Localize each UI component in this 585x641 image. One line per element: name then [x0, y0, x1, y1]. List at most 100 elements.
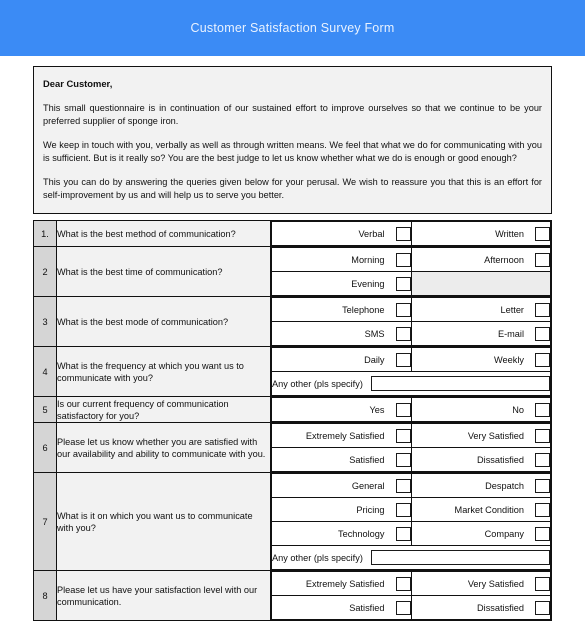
answer-option-row: SMS E-mail: [271, 321, 551, 346]
salutation-text: Dear Customer,: [43, 78, 113, 89]
checkbox-icon[interactable]: [535, 600, 550, 615]
checkbox-icon[interactable]: [395, 276, 411, 291]
option-cell[interactable]: Very Satisfied: [410, 571, 551, 596]
option-label: Dissatisfied: [477, 602, 524, 613]
other-specify-label: Any other (pls specify): [272, 552, 363, 563]
answer-options-cell: Verbal Written: [270, 220, 552, 247]
checkbox-icon[interactable]: [395, 452, 411, 467]
option-label: Morning: [351, 254, 385, 265]
other-specify-input[interactable]: [370, 376, 550, 391]
checkbox-icon[interactable]: [395, 226, 411, 241]
checkbox-icon[interactable]: [535, 478, 550, 493]
option-label: Dissatisfied: [477, 454, 524, 465]
option-cell[interactable]: Satisfied: [271, 595, 412, 620]
question-number-cell: 5: [33, 396, 57, 423]
answer-option-grid: Daily Weekly Any other (pls specify): [271, 347, 551, 396]
answer-option-row: Verbal Written: [271, 221, 551, 246]
checkbox-icon[interactable]: [395, 252, 411, 267]
checkbox-icon[interactable]: [535, 576, 550, 591]
option-label: E-mail: [497, 328, 524, 339]
checkbox-icon[interactable]: [535, 502, 550, 517]
checkbox-icon[interactable]: [535, 226, 550, 241]
checkbox-icon[interactable]: [395, 326, 411, 341]
option-label: Pricing: [356, 504, 385, 515]
option-cell[interactable]: Telephone: [271, 297, 412, 322]
option-label: Extremely Satisfied: [305, 578, 385, 589]
option-cell[interactable]: Market Condition: [410, 497, 551, 522]
option-cell[interactable]: Pricing: [271, 497, 412, 522]
answer-options-cell: Morning Afternoon Evening: [270, 246, 552, 297]
answer-option-row: Satisfied Dissatisfied: [271, 447, 551, 472]
option-cell[interactable]: Letter: [410, 297, 551, 322]
option-cell[interactable]: Afternoon: [410, 247, 551, 272]
other-specify-cell: Any other (pls specify): [271, 545, 551, 570]
option-cell[interactable]: Company: [410, 521, 551, 546]
survey-question-table: 1. What is the best method of communicati…: [33, 220, 552, 621]
table-row: 5 Is our current frequency of communicati…: [33, 396, 552, 423]
option-label: Telephone: [342, 304, 385, 315]
checkbox-icon[interactable]: [395, 576, 411, 591]
checkbox-icon[interactable]: [535, 326, 550, 341]
option-cell[interactable]: Extremely Satisfied: [271, 571, 412, 596]
option-cell[interactable]: Verbal: [271, 221, 412, 246]
table-row: 2 What is the best time of communication?…: [33, 246, 552, 297]
option-cell[interactable]: General: [271, 473, 412, 498]
checkbox-icon[interactable]: [395, 352, 411, 367]
checkbox-icon[interactable]: [535, 352, 550, 367]
option-cell[interactable]: Despatch: [410, 473, 551, 498]
question-text-cell: What is the best time of communication?: [56, 246, 271, 297]
option-label: Very Satisfied: [467, 430, 524, 441]
question-number-cell: 1.: [33, 220, 57, 247]
option-cell[interactable]: Extremely Satisfied: [271, 423, 412, 448]
checkbox-icon[interactable]: [395, 428, 411, 443]
option-label: Technology: [338, 528, 385, 539]
option-cell[interactable]: Daily: [271, 347, 412, 372]
checkbox-icon[interactable]: [395, 526, 411, 541]
answer-options-cell: Daily Weekly Any other (pls specify): [270, 346, 552, 397]
question-number-cell: 4: [33, 346, 57, 397]
intro-paragraph-2: We keep in touch with you, verbally as w…: [43, 140, 542, 163]
option-label: No: [512, 404, 524, 415]
checkbox-icon[interactable]: [535, 428, 550, 443]
option-cell[interactable]: Dissatisfied: [410, 595, 551, 620]
answer-option-row: Extremely Satisfied Very Satisfied: [271, 571, 551, 596]
intro-letter-box: Dear Customer, This small questionnaire …: [33, 66, 552, 214]
option-label: Letter: [500, 304, 525, 315]
answer-option-row: General Despatch: [271, 473, 551, 498]
option-label: SMS: [364, 328, 385, 339]
form-body: Dear Customer, This small questionnaire …: [0, 56, 585, 621]
option-cell[interactable]: SMS: [271, 321, 412, 346]
option-label: Evening: [351, 278, 385, 289]
checkbox-icon[interactable]: [395, 600, 411, 615]
option-cell[interactable]: Evening: [271, 271, 412, 296]
option-cell[interactable]: Very Satisfied: [410, 423, 551, 448]
option-cell[interactable]: Morning: [271, 247, 412, 272]
checkbox-icon[interactable]: [535, 302, 550, 317]
checkbox-icon[interactable]: [395, 478, 411, 493]
option-cell[interactable]: Dissatisfied: [410, 447, 551, 472]
option-cell[interactable]: Technology: [271, 521, 412, 546]
checkbox-icon[interactable]: [535, 452, 550, 467]
checkbox-icon[interactable]: [535, 402, 550, 417]
option-cell[interactable]: Yes: [271, 397, 412, 422]
question-text-cell: What is the best mode of communication?: [56, 296, 271, 347]
option-cell[interactable]: Satisfied: [271, 447, 412, 472]
checkbox-icon[interactable]: [395, 302, 411, 317]
other-specify-input[interactable]: [370, 550, 550, 565]
checkbox-icon[interactable]: [535, 252, 550, 267]
other-specify-label: Any other (pls specify): [272, 378, 363, 389]
answer-options-cell: General Despatch Pricing Market Condition Te…: [270, 472, 552, 571]
option-cell[interactable]: No: [410, 397, 551, 422]
question-text-cell: Is our current frequency of communicatio…: [56, 396, 271, 423]
empty-option-cell: [410, 271, 551, 296]
option-label: General: [351, 480, 385, 491]
checkbox-icon[interactable]: [395, 402, 411, 417]
option-label: Daily: [364, 354, 385, 365]
option-cell[interactable]: E-mail: [410, 321, 551, 346]
checkbox-icon[interactable]: [535, 526, 550, 541]
answer-option-row: Telephone Letter: [271, 297, 551, 322]
option-cell[interactable]: Weekly: [410, 347, 551, 372]
answer-option-grid: Extremely Satisfied Very Satisfied Satisfi…: [271, 423, 551, 472]
option-cell[interactable]: Written: [410, 221, 551, 246]
checkbox-icon[interactable]: [395, 502, 411, 517]
